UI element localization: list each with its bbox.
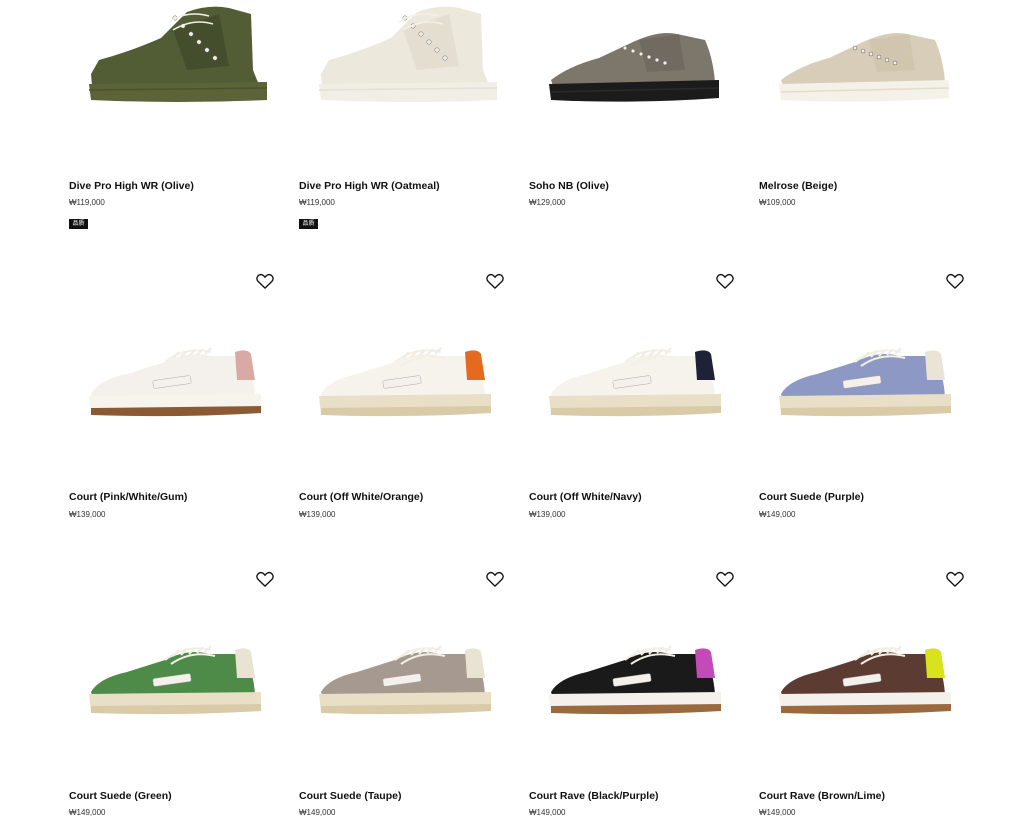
product-image[interactable] (759, 598, 975, 748)
product-image[interactable] (529, 300, 745, 450)
product-name[interactable]: Court (Off White/Navy) (529, 491, 642, 503)
product-name[interactable]: Court (Pink/White/Gum) (69, 491, 187, 503)
product-price: ₩149,000 (69, 808, 106, 817)
product-price: ₩149,000 (759, 808, 796, 817)
wishlist-heart-icon[interactable] (715, 569, 735, 589)
sneaker-illustration (549, 347, 721, 417)
product-name[interactable]: Court Rave (Black/Purple) (529, 790, 659, 802)
sneaker-illustration (319, 347, 491, 417)
product-price: ₩109,000 (759, 198, 796, 207)
product-name[interactable]: Soho NB (Olive) (529, 180, 609, 192)
product-price: ₩119,000 (299, 198, 335, 207)
product-image[interactable] (69, 300, 285, 450)
product-name[interactable]: Dive Pro High WR (Olive) (69, 180, 194, 192)
wishlist-heart-icon[interactable] (485, 569, 505, 589)
sneaker-illustration (779, 33, 950, 102)
product-image[interactable] (759, 0, 975, 150)
product-price: ₩149,000 (299, 808, 336, 817)
product-image[interactable] (299, 300, 515, 450)
product-image[interactable] (759, 300, 975, 450)
product-name[interactable]: Court Suede (Purple) (759, 491, 864, 503)
product-price: ₩119,000 (69, 198, 105, 207)
wishlist-heart-icon[interactable] (715, 271, 735, 291)
wishlist-heart-icon[interactable] (485, 271, 505, 291)
product-price: ₩129,000 (529, 198, 566, 207)
product-price: ₩139,000 (299, 510, 336, 519)
product-image[interactable] (299, 598, 515, 748)
product-image[interactable] (69, 0, 285, 150)
product-badge: 品质 (69, 219, 88, 229)
product-name[interactable]: Court Suede (Taupe) (299, 790, 401, 802)
wishlist-heart-icon[interactable] (255, 271, 275, 291)
sneaker-illustration (89, 645, 261, 715)
product-image[interactable] (529, 598, 745, 748)
wishlist-heart-icon[interactable] (255, 569, 275, 589)
sneaker-illustration (319, 645, 491, 715)
sneaker-illustration (779, 645, 951, 715)
product-badge: 品质 (299, 219, 318, 229)
product-price: ₩149,000 (759, 510, 796, 519)
wishlist-heart-icon[interactable] (945, 569, 965, 589)
product-name[interactable]: Dive Pro High WR (Oatmeal) (299, 180, 440, 192)
product-name[interactable]: Court Rave (Brown/Lime) (759, 790, 885, 802)
product-price: ₩139,000 (69, 510, 106, 519)
product-image[interactable] (529, 0, 745, 150)
sneaker-illustration (88, 6, 268, 102)
sneaker-illustration (549, 645, 721, 715)
product-price: ₩149,000 (529, 808, 566, 817)
sneaker-illustration (318, 6, 498, 102)
product-name[interactable]: Court Suede (Green) (69, 790, 172, 802)
product-image[interactable] (299, 0, 515, 150)
product-price: ₩139,000 (529, 510, 566, 519)
product-image[interactable] (69, 598, 285, 748)
sneaker-illustration (89, 347, 261, 417)
product-name[interactable]: Court (Off White/Orange) (299, 491, 423, 503)
sneaker-illustration (779, 347, 951, 417)
wishlist-heart-icon[interactable] (945, 271, 965, 291)
product-name[interactable]: Melrose (Beige) (759, 180, 837, 192)
sneaker-illustration (549, 33, 720, 102)
